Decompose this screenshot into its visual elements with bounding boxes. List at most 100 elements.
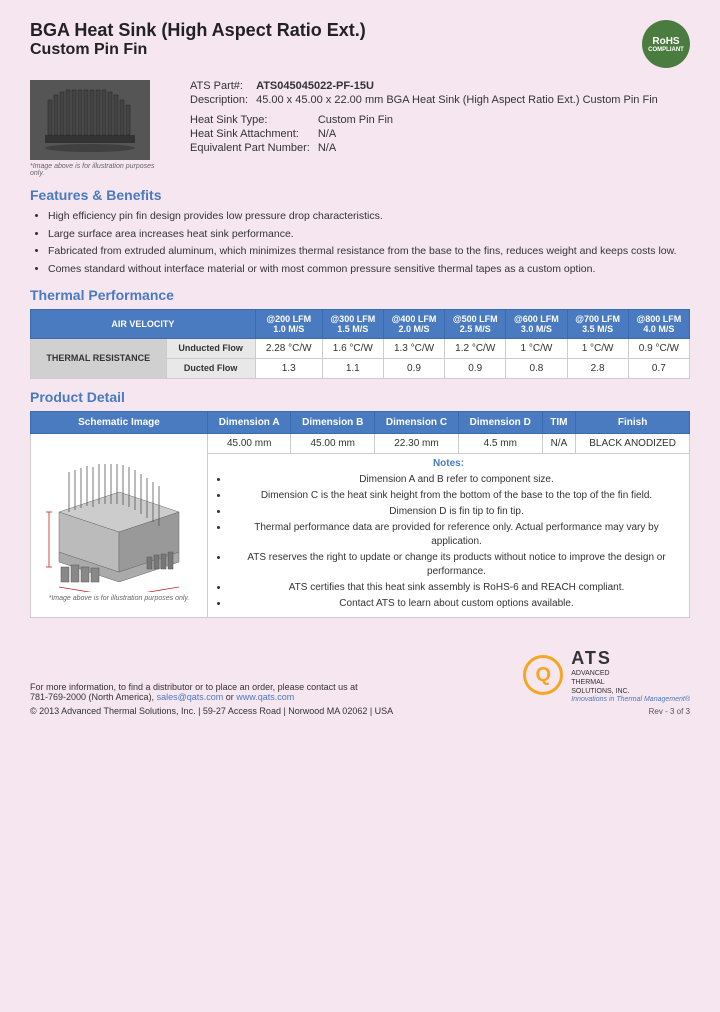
col-400lfm: @400 LFM2.0 M/S [383,309,444,338]
list-item: Dimension D is fin tip to fin tip. [229,505,684,519]
product-info: *Image above is for illustration purpose… [30,80,690,177]
spec-grid: Heat Sink Type: Custom Pin Fin Heat Sink… [190,114,690,154]
table-row: THERMAL RESISTANCE Unducted Flow 2.28 °C… [31,338,690,358]
ats-full-text: ADVANCEDTHERMALSOLUTIONS, INC. [571,669,690,696]
product-details: ATS Part#: ATS045045022-PF-15U Descripti… [190,80,690,177]
features-list: High efficiency pin fin design provides … [30,209,690,277]
equiv-value: N/A [318,142,690,154]
finish-header: Finish [576,411,690,433]
ducted-600: 0.8 [506,358,567,378]
col-600lfm: @600 LFM3.0 M/S [506,309,567,338]
unducted-500: 1.2 °C/W [445,338,506,358]
list-item: Large surface area increases heat sink p… [48,227,690,242]
notes-title: Notes: [213,458,684,469]
ducted-300: 1.1 [322,358,383,378]
col-800lfm: @800 LFM4.0 M/S [628,309,689,338]
dim-d-header: Dimension D [458,411,542,433]
attachment-label: Heat Sink Attachment: [190,128,310,140]
col-200lfm: @200 LFM1.0 M/S [255,309,322,338]
title-line2: Custom Pin Fin [30,41,366,59]
footer-left: For more information, to find a distribu… [30,682,393,716]
list-item: ATS reserves the right to update or chan… [229,551,684,579]
header: BGA Heat Sink (High Aspect Ratio Ext.) C… [30,20,690,68]
ats-main-text: ATS [571,648,690,669]
schematic-header: Schematic Image [31,411,208,433]
features-section: Features & Benefits High efficiency pin … [30,187,690,277]
list-item: Comes standard without interface materia… [48,262,690,277]
product-image-section: *Image above is for illustration purpose… [30,80,170,177]
footer-contact: For more information, to find a distribu… [30,682,393,702]
product-detail-table: Schematic Image Dimension A Dimension B … [30,411,690,618]
footer-website[interactable]: www.qats.com [236,692,294,702]
unducted-800: 0.9 °C/W [628,338,689,358]
list-item: Dimension C is the heat sink height from… [229,489,684,503]
schematic-caption: *Image above is for illustration purpose… [39,595,199,602]
ducted-label: Ducted Flow [166,358,255,378]
product-detail-section: Product Detail Schematic Image Dimension… [30,389,690,618]
product-image-box [30,80,150,160]
rohs-sub: COMPLIANT [648,47,684,53]
part-label: ATS Part#: [190,80,248,92]
thermal-section: Thermal Performance AIR VELOCITY @200 LF… [30,287,690,379]
part-number: ATS045045022-PF-15U [256,80,690,92]
type-value: Custom Pin Fin [318,114,690,126]
unducted-600: 1 °C/W [506,338,567,358]
col-700lfm: @700 LFM3.5 M/S [567,309,628,338]
air-velocity-header: AIR VELOCITY [31,309,256,338]
footer-email[interactable]: sales@qats.com [157,692,224,702]
dim-b-header: Dimension B [291,411,375,433]
ats-q-icon: Q [523,655,563,695]
features-title: Features & Benefits [30,187,690,203]
list-item: High efficiency pin fin design provides … [48,209,690,224]
notes-cell: Notes: Dimension A and B refer to compon… [208,453,690,617]
thermal-resistance-label: THERMAL RESISTANCE [31,338,167,378]
dim-c-header: Dimension C [375,411,459,433]
part-info-grid: ATS Part#: ATS045045022-PF-15U Descripti… [190,80,690,106]
dim-a-header: Dimension A [208,411,291,433]
footer-or: or [226,692,237,702]
list-item: Contact ATS to learn about custom option… [229,597,684,611]
image-caption: *Image above is for illustration purpose… [30,163,170,177]
tim-value: N/A [542,433,576,453]
dim-b-value: 45.00 mm [291,433,375,453]
list-item: Fabricated from extruded aluminum, which… [48,244,690,259]
ats-tagline: Innovations in Thermal Management® [571,696,690,703]
attachment-value: N/A [318,128,690,140]
product-detail-title: Product Detail [30,389,690,405]
unducted-200: 2.28 °C/W [255,338,322,358]
dim-d-value: 4.5 mm [458,433,542,453]
ducted-400: 0.9 [383,358,444,378]
col-300lfm: @300 LFM1.5 M/S [322,309,383,338]
unducted-700: 1 °C/W [567,338,628,358]
footer: For more information, to find a distribu… [30,638,690,716]
ducted-800: 0.7 [628,358,689,378]
thermal-title: Thermal Performance [30,287,690,303]
col-500lfm: @500 LFM2.5 M/S [445,309,506,338]
header-title: BGA Heat Sink (High Aspect Ratio Ext.) C… [30,20,366,59]
unducted-300: 1.6 °C/W [322,338,383,358]
schematic-svg [39,442,199,592]
contact-text: For more information, to find a distribu… [30,682,358,692]
page: BGA Heat Sink (High Aspect Ratio Ext.) C… [0,0,720,736]
list-item: Thermal performance data are provided fo… [229,521,684,549]
footer-copyright: © 2013 Advanced Thermal Solutions, Inc. … [30,706,393,716]
rohs-badge: RoHS COMPLIANT [642,20,690,68]
type-label: Heat Sink Type: [190,114,310,126]
schematic-image-cell: *Image above is for illustration purpose… [31,433,208,617]
finish-value: BLACK ANODIZED [576,433,690,453]
ducted-200: 1.3 [255,358,322,378]
ducted-700: 2.8 [567,358,628,378]
title-line1: BGA Heat Sink (High Aspect Ratio Ext.) [30,20,366,41]
list-item: Dimension A and B refer to component siz… [229,473,684,487]
dim-c-value: 22.30 mm [375,433,459,453]
rohs-text: RoHS [652,36,679,47]
notes-list: Dimension A and B refer to component siz… [213,473,684,611]
desc-label: Description: [190,94,248,106]
unducted-400: 1.3 °C/W [383,338,444,358]
heatsink-illustration [30,80,150,160]
equiv-label: Equivalent Part Number: [190,142,310,154]
dim-a-value: 45.00 mm [208,433,291,453]
unducted-label: Unducted Flow [166,338,255,358]
footer-phone: 781-769-2000 (North America), [30,692,154,702]
ats-logo: Q ATS ADVANCEDTHERMALSOLUTIONS, INC. Inn… [523,648,690,703]
